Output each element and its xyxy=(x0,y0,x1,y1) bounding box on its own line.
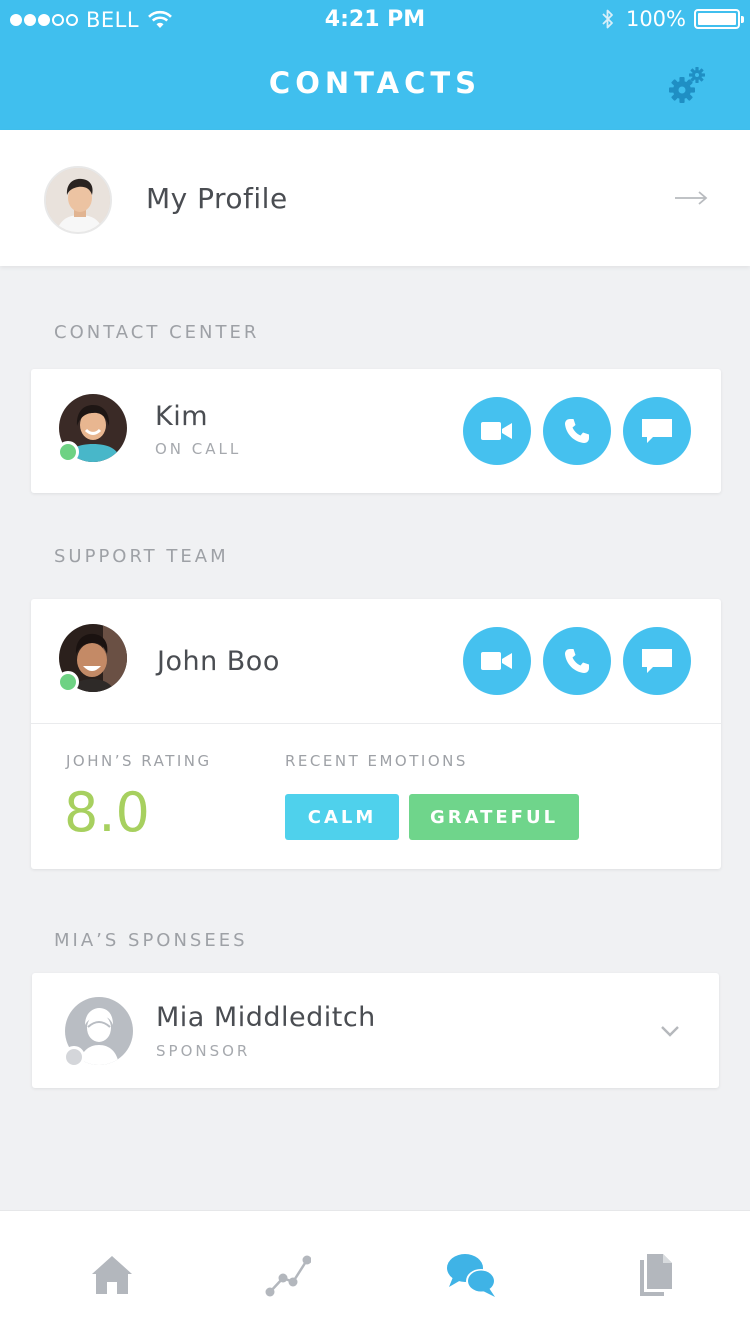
contact-role: SPONSOR xyxy=(156,1042,251,1060)
video-call-button[interactable] xyxy=(463,397,531,465)
chat-icon xyxy=(642,419,672,443)
message-button[interactable] xyxy=(623,397,691,465)
recent-emotions-label: RECENT EMOTIONS xyxy=(285,752,468,770)
gear-icon[interactable] xyxy=(666,66,708,106)
contact-status: ON CALL xyxy=(155,440,242,458)
offline-status-dot xyxy=(63,1046,85,1068)
chevron-down-icon[interactable] xyxy=(660,1025,680,1037)
video-call-button[interactable] xyxy=(463,627,531,695)
home-icon xyxy=(92,1256,132,1294)
bluetooth-icon xyxy=(602,9,613,29)
online-status-dot xyxy=(57,441,79,463)
section-label-contact-center: CONTACT CENTER xyxy=(54,322,260,343)
phone-call-button[interactable] xyxy=(543,627,611,695)
emotion-tag-grateful: GRATEFUL xyxy=(409,794,579,840)
contact-name: John Boo xyxy=(157,646,280,677)
contact-card-kim[interactable]: Kim ON CALL xyxy=(31,369,721,493)
video-icon xyxy=(481,422,512,440)
tab-bar xyxy=(0,1210,750,1334)
message-button[interactable] xyxy=(623,627,691,695)
tab-documents[interactable] xyxy=(628,1247,684,1303)
tab-chat[interactable] xyxy=(444,1247,500,1303)
app-header: BELL 4:21 PM 100% CONTACTS xyxy=(0,0,750,130)
phone-icon xyxy=(565,419,589,443)
tab-stats[interactable] xyxy=(260,1247,316,1303)
battery-icon xyxy=(694,9,744,29)
avatar xyxy=(44,166,112,234)
arrow-right-icon[interactable] xyxy=(674,190,708,206)
chat-icon xyxy=(642,649,672,673)
phone-call-button[interactable] xyxy=(543,397,611,465)
status-bar: BELL 4:21 PM 100% xyxy=(0,0,750,40)
emotion-tag-calm: CALM xyxy=(285,794,399,840)
stats-icon xyxy=(265,1255,311,1297)
status-right: 100% xyxy=(600,7,744,31)
battery-percentage: 100% xyxy=(625,7,686,31)
my-profile-label: My Profile xyxy=(146,182,288,215)
contact-name: Mia Middleditch xyxy=(156,1002,376,1033)
section-label-sponsees: MIA’S SPONSEES xyxy=(54,930,248,951)
documents-icon xyxy=(640,1254,672,1296)
card-divider xyxy=(31,723,721,724)
video-icon xyxy=(481,652,512,670)
online-status-dot xyxy=(57,671,79,693)
section-label-support-team: SUPPORT TEAM xyxy=(54,546,229,567)
contact-card-mia-middleditch[interactable]: Mia Middleditch SPONSOR xyxy=(32,973,719,1088)
my-profile-row[interactable]: My Profile xyxy=(0,130,750,266)
page-title: CONTACTS xyxy=(268,66,482,100)
tab-home[interactable] xyxy=(84,1247,140,1303)
phone-icon xyxy=(565,649,589,673)
contact-card-john-boo[interactable]: John Boo JOHN’S RATING 8.0 RECENT EMOTIO… xyxy=(31,599,721,869)
rating-label: JOHN’S RATING xyxy=(66,752,212,770)
rating-value: 8.0 xyxy=(64,781,150,844)
chat-bubbles-icon xyxy=(447,1254,496,1297)
contact-name: Kim xyxy=(155,401,209,432)
